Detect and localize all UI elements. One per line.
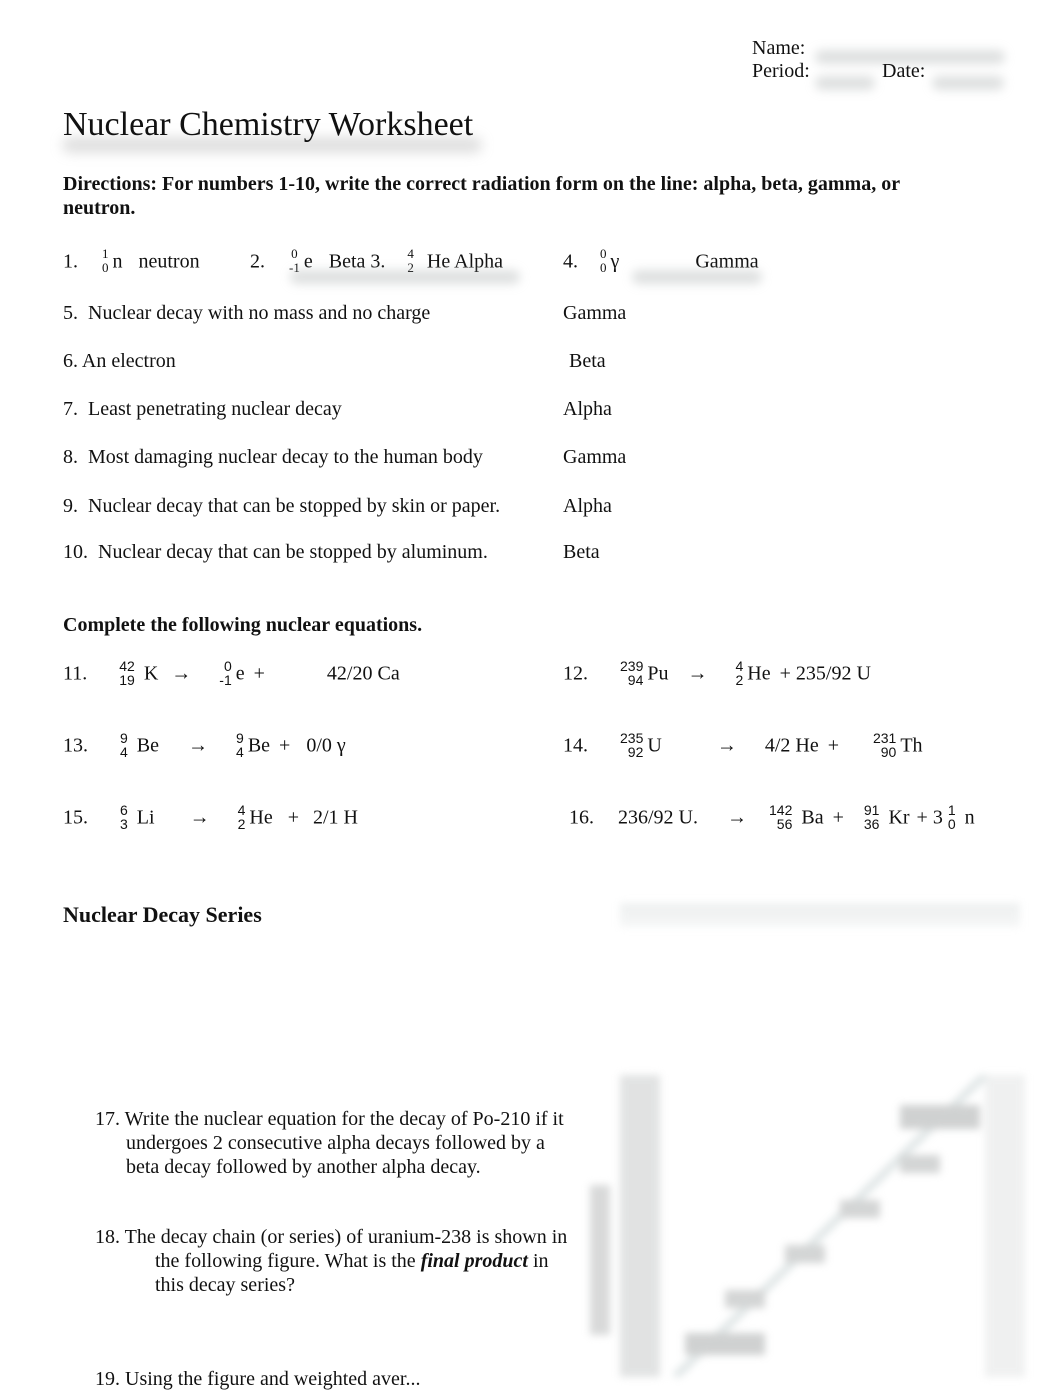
nuclide-notation: 235 92 bbox=[620, 730, 644, 760]
question-17: 17. Write the nuclear equation for the d… bbox=[95, 1108, 564, 1178]
question-number: 4. bbox=[563, 250, 578, 273]
arrow-icon: → bbox=[188, 734, 209, 757]
decay-chain-figure bbox=[590, 1075, 1025, 1377]
arrow-icon: → bbox=[716, 734, 737, 757]
question-number: 2. bbox=[250, 250, 265, 273]
equation-12: 12. 239 94 Pu → 4 2 He + 235/92 U bbox=[563, 658, 871, 688]
equation-14: 14. 235 92 U → 4/2 He + 231 90 Th bbox=[563, 730, 923, 760]
nuclide-notation: 239 94 bbox=[620, 658, 644, 688]
question-9: 9. Nuclear decay that can be stopped by … bbox=[63, 495, 501, 517]
answer-8[interactable]: Gamma bbox=[563, 446, 626, 469]
nuclide-notation: 42 19 bbox=[119, 658, 135, 688]
period-label: Period: bbox=[752, 60, 810, 82]
nuclide-notation: 10 bbox=[947, 802, 956, 832]
answer-text[interactable]: neutron bbox=[139, 251, 200, 273]
arrow-icon: → bbox=[189, 806, 210, 829]
name-label: Name: bbox=[752, 37, 806, 59]
nuclide-notation: 94 bbox=[120, 730, 128, 760]
nuclide-notation: 0 -1 bbox=[219, 658, 232, 688]
answer-text[interactable]: 0/0 γ bbox=[306, 735, 345, 757]
answer-text[interactable]: 42/20 Ca bbox=[327, 663, 400, 685]
answer-10[interactable]: Beta bbox=[563, 541, 600, 564]
question-19-partial: 19. Using the figure and weighted aver..… bbox=[95, 1368, 421, 1390]
figure-node bbox=[900, 1155, 940, 1173]
nuclide-notation: 42 bbox=[237, 802, 246, 832]
decay-figure-top-strip bbox=[620, 903, 1020, 927]
nuclide-notation: 63 bbox=[120, 802, 128, 832]
question-18: 18. The decay chain (or series) of urani… bbox=[95, 1226, 568, 1296]
date-field[interactable] bbox=[932, 76, 1004, 90]
figure-label-start bbox=[900, 1105, 980, 1129]
answer-line-shadow bbox=[290, 270, 520, 284]
nuclide-notation: 10 bbox=[102, 246, 109, 275]
figure-axis-label bbox=[590, 1185, 610, 1335]
answer-text[interactable]: 2/1 H bbox=[313, 807, 358, 829]
equation-11: 11. 42 19 K → 0 -1 e + 42/20 Ca bbox=[63, 658, 400, 688]
answer-line-shadow bbox=[632, 270, 762, 284]
arrow-icon: → bbox=[727, 806, 747, 829]
figure-axis-strip bbox=[620, 1075, 660, 1377]
gamma-symbol: γ bbox=[610, 250, 620, 273]
question-10: 10. Nuclear decay that can be stopped by… bbox=[63, 541, 488, 563]
emphasis-final-product: final product bbox=[420, 1250, 528, 1272]
answer-7[interactable]: Alpha bbox=[563, 398, 612, 421]
question-8: 8. Most damaging nuclear decay to the hu… bbox=[63, 446, 483, 468]
period-field[interactable] bbox=[815, 76, 875, 90]
question-5: 5. Nuclear decay with no mass and no cha… bbox=[63, 302, 431, 324]
figure-right-edge bbox=[985, 1075, 1025, 1377]
nuclide-notation: 00 bbox=[600, 246, 607, 275]
answer-6[interactable]: Beta bbox=[569, 350, 606, 373]
arrow-icon: → bbox=[687, 662, 708, 685]
question-7: 7. Least penetrating nuclear decay bbox=[63, 398, 342, 420]
nuclide-notation: 94 bbox=[236, 730, 244, 760]
date-label: Date: bbox=[882, 60, 926, 82]
answer-5[interactable]: Gamma bbox=[563, 302, 626, 325]
figure-label-end bbox=[685, 1333, 765, 1355]
equation-15: 15. 63 Li → 4 2 He + 2/1 H bbox=[63, 802, 358, 832]
figure-node bbox=[785, 1245, 825, 1263]
answer-9[interactable]: Alpha bbox=[563, 495, 612, 518]
figure-node bbox=[725, 1290, 765, 1308]
answer-text[interactable]: 236/92 U. bbox=[618, 807, 698, 829]
nuclide-notation: 91 36 bbox=[863, 802, 880, 832]
arrow-icon: → bbox=[171, 662, 192, 685]
nuclide-notation: 42 bbox=[735, 658, 744, 688]
directions: Directions: For numbers 1-10, write the … bbox=[63, 173, 900, 219]
nuclide-symbol: n bbox=[112, 250, 123, 273]
nuclide-notation: 142 56 bbox=[769, 802, 793, 832]
page-title: Nuclear Chemistry Worksheet bbox=[63, 106, 474, 143]
figure-node bbox=[840, 1200, 880, 1218]
nuclide-notation: 231 90 bbox=[872, 730, 897, 760]
equation-13: 13. 94 Be → 9 4 Be + 0/0 γ bbox=[63, 730, 346, 760]
question-6: 6. An electron bbox=[63, 350, 176, 372]
answer-text[interactable]: 235/92 U bbox=[796, 663, 871, 685]
decay-series-heading: Nuclear Decay Series bbox=[63, 902, 262, 927]
symbol-question-1: 1. 10n neutron bbox=[63, 246, 200, 277]
equations-heading: Complete the following nuclear equations… bbox=[63, 614, 423, 636]
equation-16: 16. 236/92 U. → 142 56 Ba + 91 36 Kr + 3 1… bbox=[569, 802, 975, 832]
question-number: 1. bbox=[63, 250, 78, 273]
answer-text[interactable]: 4/2 He bbox=[765, 735, 819, 757]
